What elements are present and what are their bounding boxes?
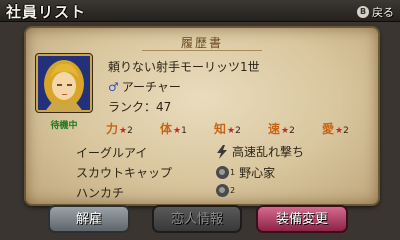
- trait-1-label: 野心家: [239, 166, 276, 180]
- stats-row: 力 ★ 2 体 ★ 1 知 ★ 2 速 ★ 2 愛 ★ 2: [106, 120, 376, 136]
- status-label: 待機中: [50, 121, 78, 131]
- head-icon: [216, 184, 229, 197]
- star-icon: ★: [227, 126, 236, 136]
- stat-body: 体 ★ 1: [160, 120, 187, 137]
- character-name: 頼りない射手モーリッツ1世: [108, 60, 260, 74]
- change-equipment-button[interactable]: 装備変更: [256, 205, 348, 233]
- star-icon: ★: [119, 126, 128, 136]
- stat-love-label: 愛: [322, 122, 335, 136]
- header-bar: 社員リスト B 戻る: [0, 0, 400, 22]
- stat-power-label: 力: [106, 122, 119, 136]
- skill-1-label: 高速乱れ撃ち: [232, 145, 305, 159]
- skill-row-2: 1 野心家: [216, 164, 275, 181]
- fire-button[interactable]: 解雇: [48, 205, 130, 233]
- stat-body-value: 1: [181, 126, 187, 136]
- equipment-1: イーグルアイ: [76, 146, 148, 160]
- rank-label: ランク：47: [108, 100, 172, 114]
- title-divider: [142, 50, 262, 51]
- b-button-icon: B: [357, 5, 369, 18]
- equipment-3: ハンカチ: [76, 186, 125, 200]
- lightning-bolt-icon: [217, 144, 227, 159]
- class-name: アーチャー: [121, 80, 181, 94]
- star-icon: ★: [335, 126, 344, 136]
- lover-info-button[interactable]: 恋人情報: [152, 205, 242, 233]
- skill-row-1: 高速乱れ撃ち: [216, 143, 304, 160]
- stat-body-label: 体: [160, 122, 173, 136]
- star-icon: ★: [173, 126, 182, 136]
- trait-2-badge: 2: [230, 186, 236, 195]
- resume-panel: 履歴書 待機中 頼りない射手モーリッツ1世 ♂ アーチャー ランク：47 力 ★: [26, 28, 378, 204]
- character-portrait: [36, 54, 92, 112]
- head-icon: [216, 166, 229, 179]
- stat-speed-value: 2: [289, 126, 295, 136]
- back-label: 戻る: [372, 5, 394, 19]
- stat-intellect: 知 ★ 2: [214, 120, 241, 137]
- portrait-image: [38, 56, 90, 110]
- stat-power: 力 ★ 2: [106, 120, 133, 137]
- stat-love-value: 2: [343, 126, 349, 136]
- class-row: ♂ アーチャー: [108, 78, 181, 95]
- back-button[interactable]: B 戻る: [357, 4, 394, 19]
- skill-row-3: 2: [216, 184, 235, 197]
- stat-power-value: 2: [127, 126, 133, 136]
- stat-love: 愛 ★ 2: [322, 120, 349, 137]
- stat-speed-label: 速: [268, 122, 281, 136]
- star-icon: ★: [281, 126, 290, 136]
- stat-intellect-label: 知: [214, 122, 227, 136]
- stat-speed: 速 ★ 2: [268, 120, 295, 137]
- trait-1-badge: 1: [230, 168, 236, 177]
- resume-title: 履歴書: [180, 36, 223, 50]
- equipment-2: スカウトキャップ: [76, 166, 173, 180]
- screen-title: 社員リスト: [6, 3, 87, 21]
- male-symbol-icon: ♂: [108, 79, 119, 94]
- stat-intellect-value: 2: [235, 126, 241, 136]
